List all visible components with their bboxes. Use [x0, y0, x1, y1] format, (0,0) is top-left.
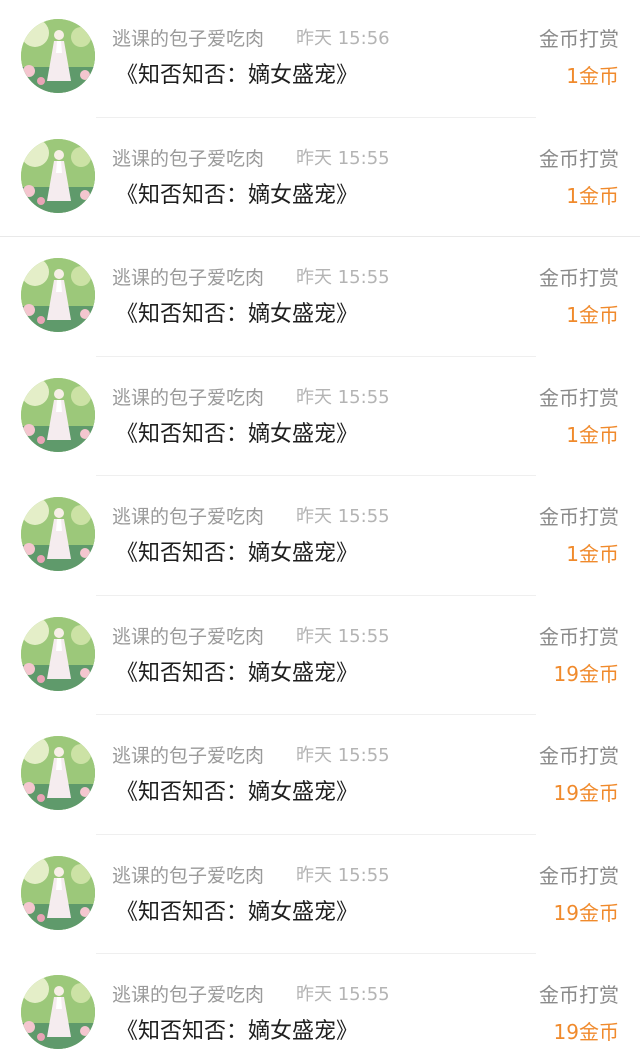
timestamp: 昨天 15:55 — [296, 984, 390, 1005]
reward-amount: 1金币 — [566, 183, 619, 208]
reward-type: 金币打赏 — [539, 27, 619, 51]
timestamp: 昨天 15:55 — [296, 386, 390, 408]
reward-type: 金币打赏 — [539, 983, 619, 1007]
book-title[interactable]: 《知否知否：嫡女盛宠》 — [116, 899, 358, 927]
reward-amount: 19金币 — [553, 661, 619, 686]
user-avatar[interactable] — [21, 258, 95, 332]
reward-type: 金币打赏 — [539, 146, 619, 171]
timestamp: 昨天 15:55 — [296, 745, 390, 766]
divider — [96, 833, 536, 835]
book-title[interactable]: 《知否知否：嫡女盛宠》 — [116, 182, 358, 210]
username[interactable]: 逃课的包子爱吃肉 — [112, 864, 264, 888]
user-avatar[interactable] — [21, 377, 95, 452]
list-item[interactable]: 逃课的包子爱吃肉 昨天 15:55 《知否知否：嫡女盛宠》 金币打赏 19金币 — [0, 837, 640, 957]
divider — [96, 475, 536, 476]
reward-type: 金币打赏 — [539, 863, 619, 888]
reward-type: 金币打赏 — [539, 744, 619, 768]
avatar-image-icon — [21, 616, 95, 691]
list-item[interactable]: 逃课的包子爱吃肉 昨天 15:55 《知否知否：嫡女盛宠》 金币打赏 1金币 — [0, 359, 640, 479]
timestamp: 昨天 15:55 — [296, 267, 390, 288]
avatar-image-icon — [21, 855, 95, 930]
list-item[interactable]: 逃课的包子爱吃肉 昨天 15:56 《知否知否：嫡女盛宠》 金币打赏 1金币 — [0, 0, 640, 120]
list-item[interactable]: 逃课的包子爱吃肉 昨天 15:55 《知否知否：嫡女盛宠》 金币打赏 1金币 — [0, 120, 640, 240]
divider — [96, 594, 536, 596]
user-avatar[interactable] — [21, 138, 95, 213]
book-title[interactable]: 《知否知否：嫡女盛宠》 — [116, 62, 358, 90]
book-title[interactable]: 《知否知否：嫡女盛宠》 — [116, 540, 358, 568]
username[interactable]: 逃课的包子爱吃肉 — [112, 983, 264, 1007]
reward-amount: 1金币 — [566, 542, 619, 566]
divider — [96, 714, 536, 715]
avatar-image-icon — [21, 138, 95, 213]
username[interactable]: 逃课的包子爱吃肉 — [112, 386, 264, 410]
username[interactable]: 逃课的包子爱吃肉 — [112, 27, 264, 51]
reward-type: 金币打赏 — [539, 385, 619, 410]
reward-record-list: 逃课的包子爱吃肉 昨天 15:56 《知否知否：嫡女盛宠》 金币打赏 1金币 逃… — [0, 0, 640, 1052]
avatar-image-icon — [21, 19, 95, 93]
avatar-image-icon — [21, 497, 95, 571]
timestamp: 昨天 15:55 — [296, 625, 390, 647]
username[interactable]: 逃课的包子爱吃肉 — [112, 744, 264, 768]
list-item[interactable]: 逃课的包子爱吃肉 昨天 15:55 《知否知否：嫡女盛宠》 金币打赏 19金币 — [0, 956, 640, 1052]
reward-amount: 19金币 — [553, 900, 619, 925]
reward-type: 金币打赏 — [539, 624, 619, 649]
username[interactable]: 逃课的包子爱吃肉 — [112, 505, 264, 529]
user-avatar[interactable] — [21, 616, 95, 691]
username[interactable]: 逃课的包子爱吃肉 — [112, 625, 264, 649]
list-item[interactable]: 逃课的包子爱吃肉 昨天 15:55 《知否知否：嫡女盛宠》 金币打赏 1金币 — [0, 239, 640, 359]
avatar-image-icon — [21, 736, 95, 810]
reward-amount: 19金币 — [553, 1020, 619, 1044]
list-item[interactable]: 逃课的包子爱吃肉 昨天 15:55 《知否知否：嫡女盛宠》 金币打赏 1金币 — [0, 478, 640, 598]
reward-amount: 1金币 — [566, 303, 619, 327]
book-title[interactable]: 《知否知否：嫡女盛宠》 — [116, 779, 358, 807]
book-title[interactable]: 《知否知否：嫡女盛宠》 — [116, 421, 358, 449]
book-title[interactable]: 《知否知否：嫡女盛宠》 — [116, 301, 358, 329]
username[interactable]: 逃课的包子爱吃肉 — [112, 147, 264, 171]
reward-amount: 1金币 — [566, 64, 619, 88]
user-avatar[interactable] — [21, 497, 95, 571]
timestamp: 昨天 15:56 — [296, 28, 390, 49]
avatar-image-icon — [21, 377, 95, 452]
list-item[interactable]: 逃课的包子爱吃肉 昨天 15:55 《知否知否：嫡女盛宠》 金币打赏 19金币 — [0, 598, 640, 718]
timestamp: 昨天 15:55 — [296, 864, 390, 886]
reward-type: 金币打赏 — [539, 505, 619, 529]
list-item[interactable]: 逃课的包子爱吃肉 昨天 15:55 《知否知否：嫡女盛宠》 金币打赏 19金币 — [0, 717, 640, 837]
divider — [96, 953, 536, 954]
reward-type: 金币打赏 — [539, 266, 619, 290]
user-avatar[interactable] — [21, 19, 95, 93]
reward-amount: 19金币 — [553, 781, 619, 805]
avatar-image-icon — [21, 258, 95, 332]
divider — [96, 116, 536, 118]
book-title[interactable]: 《知否知否：嫡女盛宠》 — [116, 1018, 358, 1046]
username[interactable]: 逃课的包子爱吃肉 — [112, 266, 264, 290]
timestamp: 昨天 15:55 — [296, 147, 390, 169]
divider — [96, 355, 536, 357]
user-avatar[interactable] — [21, 975, 95, 1049]
avatar-image-icon — [21, 975, 95, 1049]
book-title[interactable]: 《知否知否：嫡女盛宠》 — [116, 660, 358, 688]
divider — [0, 236, 640, 237]
timestamp: 昨天 15:55 — [296, 506, 390, 527]
user-avatar[interactable] — [21, 736, 95, 810]
user-avatar[interactable] — [21, 855, 95, 930]
reward-amount: 1金币 — [566, 422, 619, 447]
